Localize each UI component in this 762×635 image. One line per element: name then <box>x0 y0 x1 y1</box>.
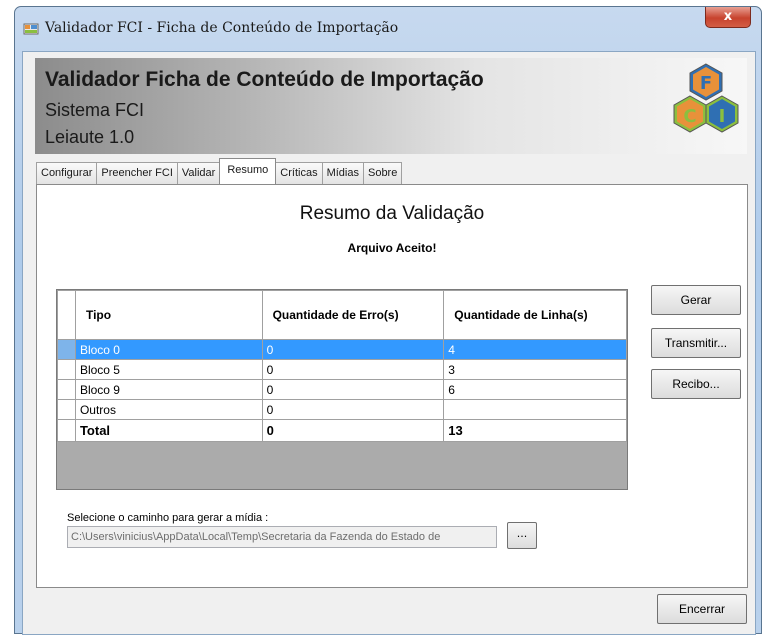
title-bar[interactable]: Validador FCI - Ficha de Conteúdo de Imp… <box>15 7 761 51</box>
logo-letter-f: F <box>700 73 712 94</box>
cell-linhas[interactable] <box>443 399 627 420</box>
media-path-input[interactable]: C:\Users\vinicius\AppData\Local\Temp\Sec… <box>67 526 497 548</box>
column-header-erros[interactable]: Quantidade de Erro(s) <box>261 290 445 340</box>
panel-title: Resumo da Validação <box>299 203 485 224</box>
cell-erros[interactable]: 0 <box>261 359 445 380</box>
cell-linhas[interactable]: 6 <box>443 379 627 400</box>
tab-sobre[interactable]: Sobre <box>362 162 403 184</box>
table-row[interactable]: Bloco 9 0 6 <box>57 379 627 400</box>
row-selector[interactable] <box>57 419 76 442</box>
cell-total-linhas[interactable]: 13 <box>443 419 627 442</box>
row-selector[interactable] <box>57 379 76 400</box>
header-layout-version: Leiaute 1.0 <box>45 127 135 147</box>
logo-letter-i: I <box>719 106 726 127</box>
cell-erros[interactable]: 0 <box>261 339 445 360</box>
cell-erros[interactable]: 0 <box>261 399 445 420</box>
column-header-linhas[interactable]: Quantidade de Linha(s) <box>443 290 627 340</box>
cell-total-erros[interactable]: 0 <box>261 419 445 442</box>
fci-logo: F C I <box>673 63 739 133</box>
close-button[interactable]: x <box>705 7 751 28</box>
tab-configurar[interactable]: Configurar <box>36 162 98 184</box>
app-window: Validador FCI - Ficha de Conteúdo de Imp… <box>14 6 762 635</box>
validation-status: Arquivo Aceito! <box>347 241 437 255</box>
summary-grid[interactable]: Tipo Quantidade de Erro(s) Quantidade de… <box>56 289 628 490</box>
transmitir-button[interactable]: Transmitir... <box>651 328 741 358</box>
total-row[interactable]: Total 0 13 <box>57 419 627 442</box>
tab-resumo[interactable]: Resumo <box>219 158 277 184</box>
row-selector[interactable] <box>57 359 76 380</box>
cell-tipo[interactable]: Outros <box>74 399 263 420</box>
cell-total-tipo[interactable]: Total <box>74 419 263 442</box>
row-selector[interactable] <box>57 399 76 420</box>
cell-erros[interactable]: 0 <box>261 379 445 400</box>
cell-linhas[interactable]: 4 <box>443 339 627 360</box>
browse-button[interactable]: ... <box>507 522 537 549</box>
window-title: Validador FCI - Ficha de Conteúdo de Imp… <box>45 20 399 36</box>
client-area: Validador Ficha de Conteúdo de Importaçã… <box>22 51 756 635</box>
table-row[interactable]: Bloco 5 0 3 <box>57 359 627 380</box>
cell-tipo[interactable]: Bloco 9 <box>74 379 263 400</box>
gerar-button[interactable]: Gerar <box>651 285 741 315</box>
recibo-button[interactable]: Recibo... <box>651 369 741 399</box>
encerrar-button[interactable]: Encerrar <box>657 594 747 624</box>
header-banner: Validador Ficha de Conteúdo de Importaçã… <box>35 58 747 154</box>
grid-header-row: Tipo Quantidade de Erro(s) Quantidade de… <box>57 290 627 340</box>
app-icon <box>23 23 39 35</box>
resumo-panel: Resumo da Validação Arquivo Aceito! Tipo… <box>36 184 748 588</box>
cell-tipo[interactable]: Bloco 5 <box>74 359 263 380</box>
cell-linhas[interactable]: 3 <box>443 359 627 380</box>
table-row[interactable]: Outros 0 <box>57 399 627 420</box>
tab-strip: Configurar Preencher FCI Validar Resumo … <box>36 158 403 184</box>
column-header-tipo[interactable]: Tipo <box>74 290 263 340</box>
tab-midias[interactable]: Mídias <box>321 162 364 184</box>
tab-validar[interactable]: Validar <box>176 162 221 184</box>
row-header-corner <box>57 290 76 340</box>
tab-criticas[interactable]: Críticas <box>275 162 323 184</box>
tab-preencher-fci[interactable]: Preencher FCI <box>96 162 178 184</box>
row-selector[interactable] <box>57 339 76 360</box>
table-row[interactable]: Bloco 0 0 4 <box>57 339 627 360</box>
header-title: Validador Ficha de Conteúdo de Importaçã… <box>45 68 484 91</box>
media-path-label: Selecione o caminho para gerar a mídia : <box>67 512 269 524</box>
cell-tipo[interactable]: Bloco 0 <box>74 339 263 360</box>
logo-letter-c: C <box>683 106 696 127</box>
header-system: Sistema FCI <box>45 100 145 120</box>
